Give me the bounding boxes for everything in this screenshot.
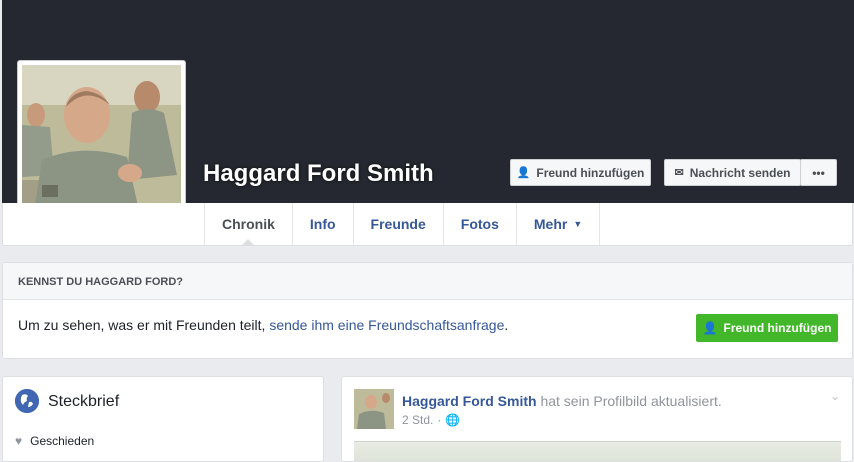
add-friend-icon: 👤 bbox=[516, 167, 531, 179]
separator-dot: · bbox=[437, 413, 442, 427]
tab-fotos[interactable]: Fotos bbox=[442, 203, 516, 245]
audience-globe-icon[interactable]: 🌐 bbox=[445, 413, 460, 427]
post-timestamp[interactable]: 2 Std. bbox=[402, 413, 433, 427]
post-author-name[interactable]: Haggard Ford Smith bbox=[402, 393, 537, 409]
post-header: Haggard Ford Smith hat sein Profilbild a… bbox=[402, 393, 722, 409]
feed-post: Haggard Ford Smith hat sein Profilbild a… bbox=[341, 376, 853, 462]
post-action-text: hat sein Profilbild aktualisiert. bbox=[540, 393, 722, 409]
add-friend-green-label: Freund hinzufügen bbox=[723, 321, 832, 335]
post-image[interactable] bbox=[354, 441, 841, 461]
profile-tabs: Chronik Info Freunde Fotos Mehr ▼ bbox=[204, 203, 601, 246]
tab-label: Fotos bbox=[460, 216, 499, 232]
send-message-label: Nachricht senden bbox=[689, 165, 791, 180]
chevron-down-icon[interactable]: ⌄ bbox=[830, 389, 840, 403]
post-meta: 2 Std. · 🌐 bbox=[402, 413, 460, 427]
more-options-icon: ••• bbox=[812, 165, 825, 180]
add-friend-green-button[interactable]: 👤 Freund hinzufügen bbox=[696, 314, 838, 342]
profile-name[interactable]: Haggard Ford Smith bbox=[203, 160, 434, 188]
message-icon: ✉ bbox=[674, 167, 684, 179]
friend-request-link[interactable]: sende ihm eine Freundschaftsanfrage bbox=[269, 317, 504, 333]
add-friend-button[interactable]: 👤 Freund hinzufügen bbox=[510, 159, 651, 186]
tab-freunde[interactable]: Freunde bbox=[352, 203, 443, 245]
tab-label: Info bbox=[309, 216, 336, 232]
tab-info[interactable]: Info bbox=[291, 203, 353, 245]
add-friend-label: Freund hinzufügen bbox=[536, 165, 645, 180]
relationship-label: Geschieden bbox=[30, 434, 95, 448]
post-avatar[interactable] bbox=[354, 389, 394, 429]
know-person-suffix: . bbox=[504, 317, 509, 333]
know-person-text: Um zu sehen, was er mit Freunden teilt, … bbox=[18, 317, 508, 333]
know-person-box: KENNST DU HAGGARD FORD? Um zu sehen, was… bbox=[2, 262, 853, 359]
chevron-down-icon: ▼ bbox=[573, 219, 583, 229]
know-person-heading: KENNST DU HAGGARD FORD? bbox=[3, 263, 852, 300]
intro-title: Steckbrief bbox=[48, 393, 120, 410]
tab-chronik[interactable]: Chronik bbox=[204, 203, 292, 246]
more-options-button[interactable]: ••• bbox=[800, 159, 837, 186]
profile-page: Haggard Ford Smith 👤 Freund hinzufügen ✉… bbox=[0, 0, 854, 462]
profile-photo-image bbox=[22, 65, 181, 224]
relationship-status: ♥ Geschieden bbox=[15, 434, 94, 448]
tab-mehr[interactable]: Mehr ▼ bbox=[515, 203, 601, 245]
profile-navbar: Chronik Info Freunde Fotos Mehr ▼ bbox=[2, 203, 853, 246]
send-message-button[interactable]: ✉ Nachricht senden bbox=[664, 159, 801, 186]
heart-icon: ♥ bbox=[15, 434, 23, 448]
know-person-prefix: Um zu sehen, was er mit Freunden teilt, bbox=[18, 317, 266, 333]
tab-label: Chronik bbox=[222, 216, 275, 232]
tab-label: Mehr bbox=[533, 216, 568, 232]
tab-label: Freunde bbox=[370, 216, 426, 232]
globe-icon bbox=[15, 389, 39, 413]
intro-card: Steckbrief ♥ Geschieden bbox=[2, 376, 324, 462]
add-friend-icon: 👤 bbox=[702, 321, 718, 335]
